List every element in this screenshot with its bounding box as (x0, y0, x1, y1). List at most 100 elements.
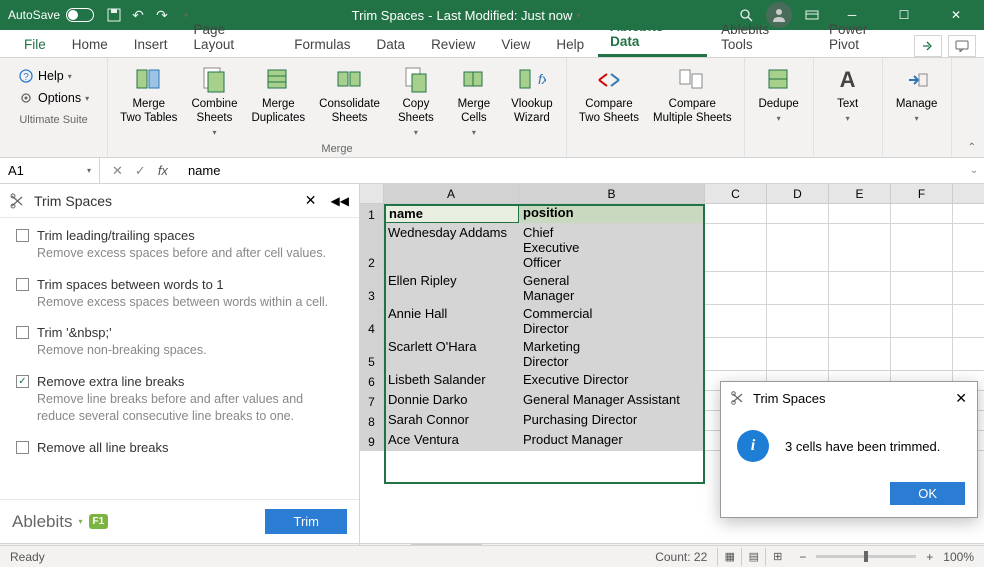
normal-view-icon[interactable]: ▦ (717, 548, 741, 566)
cell[interactable]: Chief Executive Officer (519, 224, 705, 271)
option-label: Trim leading/trailing spaces (37, 228, 195, 243)
tab-page-layout[interactable]: Page Layout (182, 17, 281, 57)
cell[interactable]: Purchasing Director (519, 411, 705, 430)
row-header[interactable]: 9 (360, 431, 384, 450)
row-header[interactable]: 4 (360, 305, 384, 337)
checkbox-extra-linebreaks[interactable]: ✓ (16, 375, 29, 388)
zoom-slider[interactable] (816, 555, 916, 558)
autosave-label: AutoSave (8, 8, 60, 22)
taskpane-close-icon[interactable]: ✕ (305, 192, 317, 209)
statusbar: Ready Count: 22 ▦ ▤ ⊞ − + 100% (0, 545, 984, 567)
checkbox-nbsp[interactable] (16, 326, 29, 339)
row-header[interactable]: 2 (360, 224, 384, 271)
cell[interactable]: Sarah Connor (384, 411, 519, 430)
expand-formula-icon[interactable]: ⌄ (964, 165, 984, 176)
checkbox-between-words[interactable] (16, 278, 29, 291)
col-header[interactable]: B (519, 184, 705, 203)
cell[interactable]: Marketing Director (519, 338, 705, 370)
ablebits-brand[interactable]: Ablebits▾F1 (12, 512, 108, 532)
page-break-view-icon[interactable]: ⊞ (765, 548, 789, 566)
autosave-toggle[interactable]: AutoSave (8, 8, 94, 22)
taskpane-collapse-icon[interactable]: ◀◀ (331, 194, 349, 208)
dialog-close-icon[interactable]: ✕ (955, 390, 967, 407)
cell[interactable]: General Manager (519, 272, 705, 304)
comments-button[interactable] (948, 35, 976, 57)
dedupe-button[interactable]: Dedupe▾ (751, 62, 807, 125)
row-header[interactable]: 7 (360, 391, 384, 410)
merge-cells-button[interactable]: Merge Cells▾ (446, 62, 502, 139)
cell[interactable]: Executive Director (519, 371, 705, 390)
checkbox-all-linebreaks[interactable] (16, 441, 29, 454)
share-button[interactable] (914, 35, 942, 57)
toggle-switch[interactable] (66, 8, 94, 22)
redo-icon[interactable]: ↷ (154, 7, 170, 23)
col-header[interactable]: E (829, 184, 891, 203)
search-icon[interactable] (738, 7, 754, 23)
enter-icon[interactable]: ✓ (135, 163, 146, 179)
merge-two-tables-button[interactable]: Merge Two Tables (114, 62, 183, 128)
select-all-corner[interactable] (360, 184, 384, 203)
row-header[interactable]: 5 (360, 338, 384, 370)
tab-file[interactable]: File (12, 32, 58, 57)
cell[interactable]: Donnie Darko (384, 391, 519, 410)
formula-input[interactable]: name (180, 163, 964, 178)
col-header[interactable]: D (767, 184, 829, 203)
zoom-in-icon[interactable]: + (926, 550, 933, 564)
close-button[interactable]: ✕ (936, 0, 976, 30)
merge-duplicates-button[interactable]: Merge Duplicates (245, 62, 311, 128)
cell[interactable]: name (384, 204, 519, 223)
cell[interactable]: Product Manager (519, 431, 705, 450)
text-button[interactable]: AText▾ (820, 62, 876, 125)
tab-formulas[interactable]: Formulas (282, 32, 362, 57)
option-desc: Remove excess spaces before and after ce… (37, 245, 343, 263)
row-header[interactable]: 6 (360, 371, 384, 390)
col-header[interactable]: F (891, 184, 953, 203)
row-header[interactable]: 8 (360, 411, 384, 430)
tab-ablebits-tools[interactable]: Ablebits Tools (709, 17, 815, 57)
col-header[interactable]: C (705, 184, 767, 203)
collapse-ribbon-icon[interactable]: ⌃ (968, 142, 976, 153)
cell[interactable]: General Manager Assistant (519, 391, 705, 410)
compare-two-sheets-button[interactable]: Compare Two Sheets (573, 62, 645, 128)
cell[interactable]: Ellen Ripley (384, 272, 519, 304)
zoom-level[interactable]: 100% (943, 550, 974, 564)
compare-multiple-sheets-button[interactable]: Compare Multiple Sheets (647, 62, 738, 128)
namebox[interactable]: A1▾ (0, 158, 100, 183)
combine-sheets-button[interactable]: Combine Sheets▾ (185, 62, 243, 139)
copy-sheets-button[interactable]: Copy Sheets▾ (388, 62, 444, 139)
page-layout-view-icon[interactable]: ▤ (741, 548, 765, 566)
cell[interactable]: Commercial Director (519, 305, 705, 337)
options-menu[interactable]: Options▾ (14, 88, 93, 108)
qat-more-icon[interactable]: ▾ (178, 7, 194, 23)
checkbox-leading-trailing[interactable] (16, 229, 29, 242)
tab-help[interactable]: Help (544, 32, 596, 57)
ribbon-display-icon[interactable] (804, 7, 820, 23)
row-header[interactable]: 1 (360, 204, 384, 223)
cancel-icon[interactable]: ✕ (112, 163, 123, 179)
cell[interactable]: Wednesday Addams (384, 224, 519, 271)
tab-data[interactable]: Data (365, 32, 418, 57)
cell[interactable]: Ace Ventura (384, 431, 519, 450)
ok-button[interactable]: OK (890, 482, 965, 505)
tab-home[interactable]: Home (60, 32, 120, 57)
help-menu[interactable]: ?Help▾ (14, 66, 93, 86)
col-header[interactable]: A (384, 184, 519, 203)
tab-view[interactable]: View (489, 32, 542, 57)
cell[interactable]: Annie Hall (384, 305, 519, 337)
tab-ablebits-data[interactable]: Ablebits Data (598, 14, 707, 57)
tab-power-pivot[interactable]: Power Pivot (817, 17, 912, 57)
tab-review[interactable]: Review (419, 32, 487, 57)
manage-button[interactable]: Manage▾ (889, 62, 945, 125)
undo-icon[interactable]: ↶ (130, 7, 146, 23)
cell[interactable]: Scarlett O'Hara (384, 338, 519, 370)
tab-insert[interactable]: Insert (122, 32, 180, 57)
cell[interactable]: Lisbeth Salander (384, 371, 519, 390)
consolidate-sheets-button[interactable]: Consolidate Sheets (313, 62, 386, 128)
trim-button[interactable]: Trim (265, 509, 347, 534)
cell[interactable]: position (519, 204, 705, 223)
zoom-out-icon[interactable]: − (799, 550, 806, 564)
save-icon[interactable] (106, 7, 122, 23)
fx-icon[interactable]: fx (158, 163, 168, 178)
vlookup-wizard-button[interactable]: fxVlookup Wizard (504, 62, 560, 128)
row-header[interactable]: 3 (360, 272, 384, 304)
